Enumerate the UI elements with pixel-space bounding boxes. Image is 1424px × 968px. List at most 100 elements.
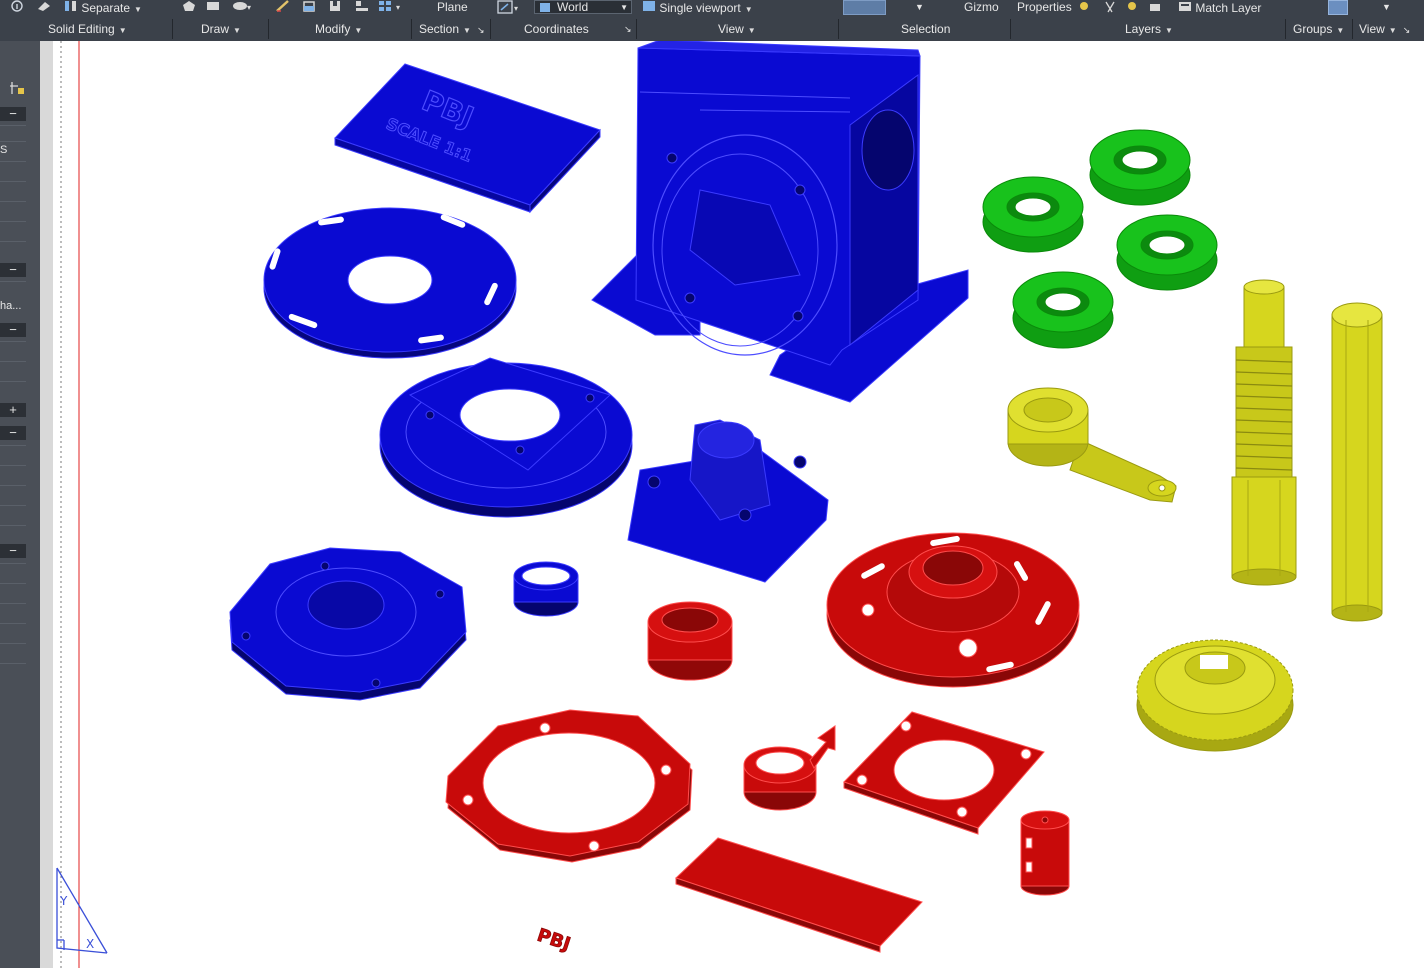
chevron-down-icon: ▼	[118, 26, 127, 35]
collapse-button[interactable]: −	[0, 544, 26, 558]
red-collar-part[interactable]	[647, 601, 733, 681]
box-solid-icon[interactable]	[328, 0, 342, 16]
collapse-button[interactable]: −	[0, 107, 26, 121]
rectangle-draw-icon[interactable]	[206, 0, 220, 16]
model-viewport[interactable]: PBJ SCALE 1:1 PBJ Y X	[53, 41, 1424, 968]
chevron-down-icon: ▼	[1165, 26, 1173, 35]
eraser-icon[interactable]	[36, 0, 52, 16]
revolve-icon[interactable]: ▾	[232, 0, 254, 16]
red-square-gasket-part[interactable]	[843, 711, 1045, 835]
panel-section-label: Section	[419, 22, 460, 36]
round-flange-part[interactable]	[229, 547, 467, 701]
expand-button[interactable]: +	[0, 403, 26, 417]
red-pointer-collar-part[interactable]	[743, 725, 836, 811]
properties-button[interactable]: Properties	[1017, 0, 1072, 16]
chevron-down-icon: ▼	[747, 26, 756, 35]
worm-shaft-part[interactable]	[1231, 279, 1297, 586]
gearbox-housing-part[interactable]	[591, 41, 969, 403]
match-layer-button[interactable]: Match Layer	[1178, 0, 1261, 16]
quick-select-icon[interactable]	[8, 80, 26, 101]
palette-label-truncated: ha...	[0, 300, 22, 312]
svg-text:▾: ▾	[514, 4, 518, 13]
crank-arm-part[interactable]	[1007, 387, 1177, 503]
single-viewport-button[interactable]: Single viewport ▼	[642, 0, 753, 16]
domed-mount-part[interactable]	[627, 419, 829, 583]
chevron-down-icon[interactable]: ▼	[134, 5, 142, 14]
array-icon[interactable]: ▾	[378, 0, 406, 16]
ribbon: Separate ▼ ▾ ▾ Plane ▾ World ▼ Single vie…	[0, 0, 1424, 42]
worm-gear-part[interactable]	[1136, 639, 1294, 752]
ucs-world-value: World	[557, 0, 589, 14]
bearing-1[interactable]	[1089, 129, 1191, 206]
chevron-down-icon: ▼	[463, 26, 471, 35]
panel-groups[interactable]: Groups ▼	[1293, 21, 1344, 37]
panel-selection[interactable]: Selection	[901, 21, 950, 37]
pencil-edit-icon[interactable]	[275, 0, 291, 16]
red-slotted-flange-part[interactable]	[826, 532, 1080, 688]
model-scene[interactable]: PBJ SCALE 1:1 PBJ Y X	[53, 41, 1424, 968]
bearing-3[interactable]	[1116, 214, 1218, 291]
chevron-down-icon: ▼	[1388, 26, 1397, 35]
chevron-down-icon[interactable]: ▼	[1382, 0, 1391, 16]
match-layer-label: Match Layer	[1195, 1, 1262, 15]
panel-modify[interactable]: Modify ▼	[315, 21, 362, 37]
red-gasket-ring-part[interactable]	[445, 709, 693, 863]
bearing-2[interactable]	[982, 176, 1084, 253]
collapse-button[interactable]: −	[0, 323, 26, 337]
panel-draw-label: Draw	[201, 22, 230, 36]
panel-divider	[172, 19, 173, 39]
panel-solid-editing[interactable]: Solid Editing ▼	[48, 21, 127, 37]
panel-modify-label: Modify	[315, 22, 351, 36]
panel-launcher-icon[interactable]: ↘	[477, 25, 485, 35]
layer-state-icon[interactable]	[1078, 0, 1168, 16]
plane-button[interactable]: Plane	[437, 0, 468, 16]
panel-divider	[636, 19, 637, 39]
small-bushing-part[interactable]	[513, 561, 579, 617]
group-select-icon[interactable]	[1328, 0, 1348, 15]
slotted-disc-part[interactable]	[263, 207, 517, 359]
ucs-icon-button[interactable]: ▾	[497, 0, 523, 16]
panel-launcher-icon[interactable]: ↘	[624, 21, 632, 37]
bearing-4[interactable]	[1012, 271, 1114, 349]
panel-coordinates[interactable]: Coordinates	[524, 21, 589, 37]
panel-draw[interactable]: Draw ▼	[201, 21, 241, 37]
panel-launcher-icon[interactable]: ↘	[1403, 25, 1411, 35]
panel-groups-label: Groups	[1293, 22, 1333, 36]
panel-view-label: View	[718, 22, 744, 36]
ucs-icon: Y X	[56, 867, 108, 954]
panel-section[interactable]: Section ▼ ↘	[419, 21, 485, 37]
selection-filter-swatch[interactable]	[843, 0, 886, 15]
panel-selection-label: Selection	[901, 22, 951, 36]
nameplate-part[interactable]: PBJ SCALE 1:1	[334, 63, 601, 214]
panel-view-2[interactable]: View ▼ ↘	[1359, 21, 1410, 37]
properties-palette: − S − ha... − + − −	[0, 41, 40, 968]
panel-coordinates-label: Coordinates	[524, 22, 589, 36]
chevron-down-icon: ▼	[620, 3, 628, 12]
gizmo-button[interactable]: Gizmo	[964, 0, 999, 16]
square-flange-housing-part[interactable]	[379, 357, 633, 518]
ucs-world-dropdown[interactable]: World ▼	[534, 0, 632, 14]
panel-divider	[268, 19, 269, 39]
separate-button[interactable]: Separate ▼	[64, 0, 142, 16]
chevron-down-icon[interactable]: ▼	[915, 0, 924, 16]
plain-shaft-part[interactable]	[1331, 302, 1383, 622]
panel-divider	[490, 19, 491, 39]
collapse-button[interactable]: −	[0, 426, 26, 440]
panel-view-2-label: View	[1359, 22, 1385, 36]
panel-layers[interactable]: Layers ▼	[1125, 21, 1173, 37]
panel-solid-editing-label: Solid Editing	[48, 22, 115, 36]
chevron-down-icon[interactable]: ▼	[745, 5, 753, 14]
panel-divider	[1285, 19, 1286, 39]
info-icon[interactable]	[10, 0, 24, 16]
collapse-button[interactable]: −	[0, 263, 26, 277]
pbj-logo-text[interactable]: PBJ	[534, 924, 573, 955]
red-plate-part[interactable]	[675, 837, 923, 953]
extrude-icon[interactable]	[302, 0, 316, 16]
align-icon[interactable]	[354, 0, 370, 16]
red-pin-part[interactable]	[1020, 810, 1070, 896]
chevron-down-icon: ▼	[1336, 26, 1345, 35]
pentagon-draw-icon[interactable]	[182, 0, 196, 16]
palette-scroll-gutter[interactable]	[40, 41, 53, 968]
panel-view[interactable]: View ▼	[718, 21, 756, 37]
single-viewport-label: Single viewport	[659, 1, 741, 15]
